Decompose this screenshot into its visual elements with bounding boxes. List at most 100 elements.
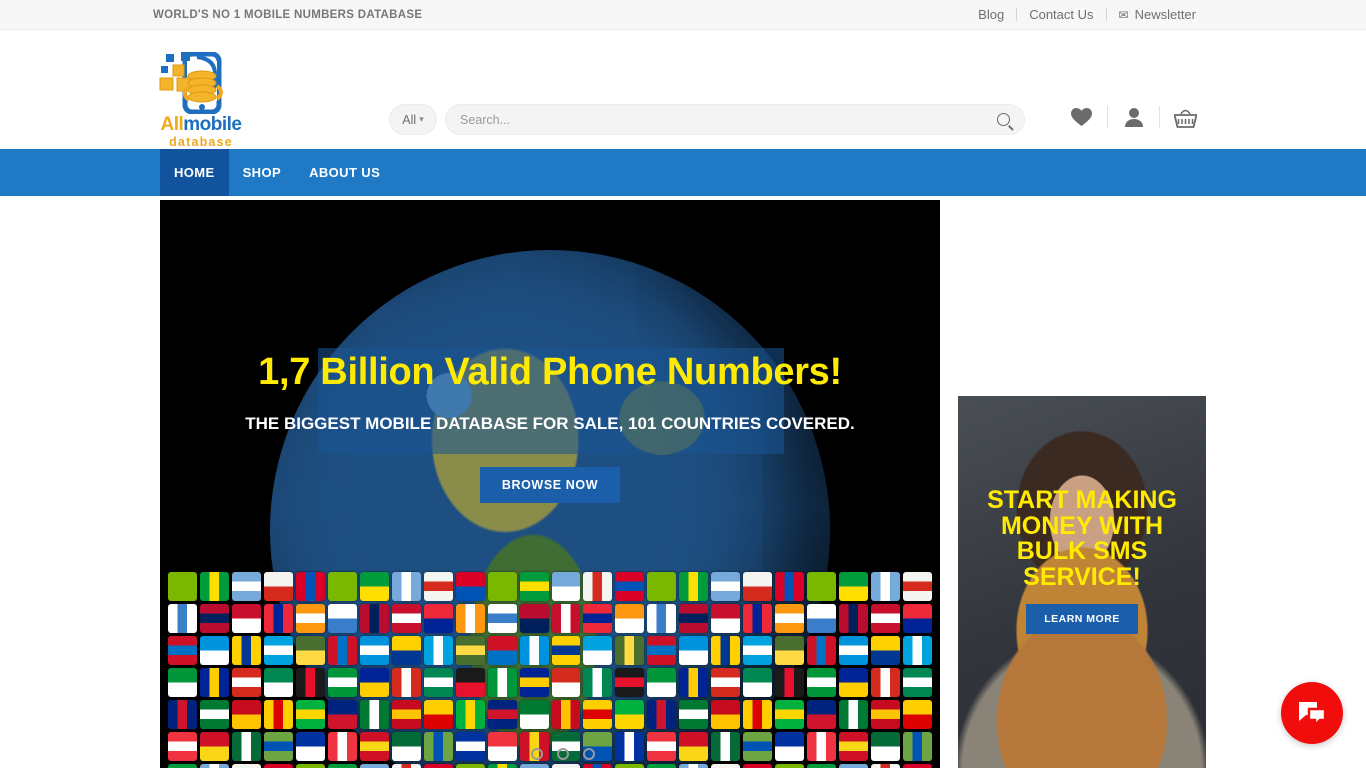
country-flag: [295, 636, 325, 665]
country-flag: [391, 764, 421, 768]
search-input[interactable]: [460, 112, 997, 127]
country-flag: [263, 764, 293, 768]
country-flag: [583, 572, 613, 601]
country-flag: [455, 572, 485, 601]
country-flag: [679, 764, 709, 768]
nav-items: HOME SHOP ABOUT US: [160, 149, 394, 196]
country-flag: [423, 636, 453, 665]
country-flag: [519, 668, 549, 697]
country-flag: [775, 636, 805, 665]
banner-title: START MAKING MONEY WITH BULK SMS SERVICE…: [987, 486, 1177, 591]
country-flag: [423, 764, 453, 768]
logo-text-mobile: mobile: [183, 114, 242, 135]
country-flag: [519, 764, 549, 768]
country-flag: [551, 572, 581, 601]
country-flag: [391, 700, 421, 729]
country-flag: [743, 604, 773, 633]
account-icon[interactable]: [1108, 107, 1159, 127]
country-flag: [807, 636, 837, 665]
country-flag: [199, 636, 229, 665]
country-flag: [871, 572, 901, 601]
country-flag: [231, 700, 261, 729]
browse-now-button[interactable]: BROWSE NOW: [479, 466, 621, 503]
country-flag: [615, 700, 645, 729]
country-flag: [551, 764, 581, 768]
country-flag: [295, 764, 325, 768]
country-flag: [743, 636, 773, 665]
slider-dot-4[interactable]: [583, 748, 595, 760]
country-flag: [775, 700, 805, 729]
country-flag: [647, 604, 677, 633]
slider-dot-1[interactable]: [505, 748, 517, 760]
logo-text-primary: Allmobile: [157, 114, 245, 136]
cart-icon[interactable]: [1160, 107, 1211, 128]
bulk-sms-banner[interactable]: START MAKING MONEY WITH BULK SMS SERVICE…: [958, 396, 1206, 768]
country-flag: [168, 636, 197, 665]
country-flag: [487, 668, 517, 697]
country-flag: [871, 764, 901, 768]
search-icon[interactable]: [997, 113, 1010, 126]
country-flag: [551, 668, 581, 697]
country-flag: [455, 636, 485, 665]
country-flag: [231, 668, 261, 697]
country-flag: [839, 668, 869, 697]
country-flag: [327, 700, 357, 729]
country-flag: [583, 604, 613, 633]
country-flag: [903, 764, 932, 768]
search-box[interactable]: [445, 104, 1025, 135]
country-flag: [263, 636, 293, 665]
country-flag: [711, 668, 741, 697]
country-flag: [551, 700, 581, 729]
nav-item-home[interactable]: HOME: [160, 149, 229, 196]
country-flag: [551, 604, 581, 633]
country-flag: [743, 764, 773, 768]
nav-item-shop[interactable]: SHOP: [229, 149, 295, 196]
country-flag: [455, 764, 485, 768]
top-bar: WORLD'S NO 1 MOBILE NUMBERS DATABASE Blo…: [0, 0, 1366, 30]
top-link-newsletter[interactable]: ✉ Newsletter: [1107, 7, 1208, 22]
country-flag: [487, 572, 517, 601]
country-flag: [615, 604, 645, 633]
hero-slider[interactable]: 1,7 Billion Valid Phone Numbers! THE BIG…: [160, 200, 940, 768]
wishlist-icon[interactable]: [1056, 107, 1107, 127]
country-flag: [807, 700, 837, 729]
search-category-dropdown[interactable]: All ▾: [389, 104, 437, 135]
country-flag: [711, 700, 741, 729]
country-flag: [199, 764, 229, 768]
country-flag: [615, 572, 645, 601]
site-header: Allmobile database All ▾: [0, 30, 1366, 149]
chat-widget-button[interactable]: [1281, 682, 1343, 744]
site-logo[interactable]: Allmobile database: [157, 51, 245, 160]
country-flag: [231, 604, 261, 633]
country-flag: [168, 668, 197, 697]
country-flag: [775, 668, 805, 697]
banner-content: START MAKING MONEY WITH BULK SMS SERVICE…: [958, 396, 1206, 768]
nav-item-about-us[interactable]: ABOUT US: [295, 149, 394, 196]
logo-mark-icon: [159, 51, 223, 115]
country-flag: [359, 700, 389, 729]
top-link-contact-us[interactable]: Contact Us: [1017, 7, 1105, 22]
country-flag: [647, 764, 677, 768]
country-flag: [231, 764, 261, 768]
country-flag: [168, 764, 197, 768]
learn-more-button[interactable]: LEARN MORE: [1026, 604, 1138, 634]
country-flag: [903, 700, 932, 729]
slider-dot-2[interactable]: [531, 748, 543, 760]
country-flag: [455, 668, 485, 697]
country-flag: [391, 572, 421, 601]
country-flag: [839, 572, 869, 601]
country-flag: [871, 668, 901, 697]
country-flag: [743, 700, 773, 729]
country-flag: [359, 604, 389, 633]
slider-dot-3[interactable]: [557, 748, 569, 760]
top-link-blog[interactable]: Blog: [966, 7, 1016, 22]
country-flag: [679, 572, 709, 601]
country-flag: [807, 572, 837, 601]
country-flag: [711, 636, 741, 665]
envelope-icon: ✉: [1118, 7, 1129, 22]
search-category-label: All: [402, 112, 417, 127]
country-flag: [583, 668, 613, 697]
chat-bubble-icon: [1299, 701, 1327, 727]
slide-text-block: 1,7 Billion Valid Phone Numbers! THE BIG…: [160, 350, 940, 503]
country-flag: [775, 764, 805, 768]
